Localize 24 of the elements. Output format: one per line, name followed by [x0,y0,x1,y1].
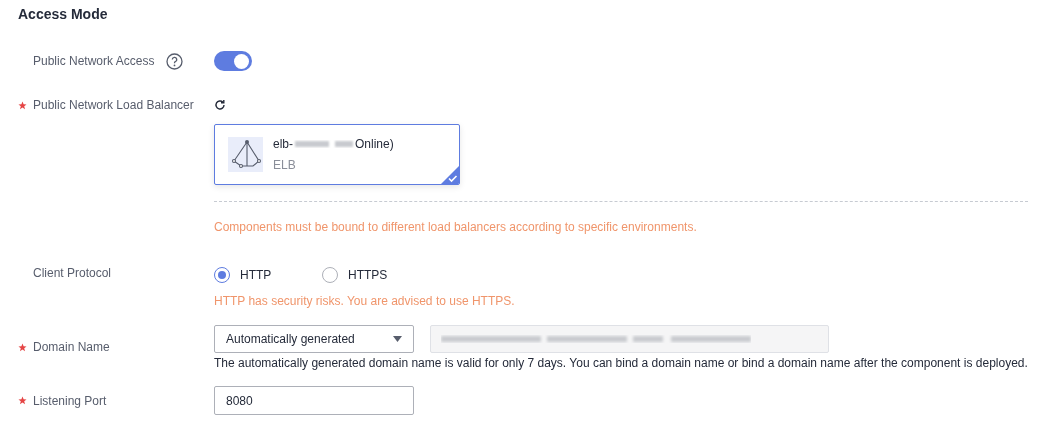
selected-check-icon [441,166,459,184]
description-text: The automatically generated domain name is valid for only 7 days. You can bind a domain name or bind a domain name after the component is deployed. [214,355,1028,372]
caret-icon [393,336,402,342]
radio-option[interactable]: HTTPS [322,266,410,284]
field-label: Public Network Access [33,53,155,70]
balancer-type: ELB [273,157,297,174]
field-label: Domain Name [33,339,110,356]
field-label: Client Protocol [33,265,112,282]
section-title: Access Mode [18,5,109,23]
field-label: Listening Port [33,392,107,410]
balancer-name-start: elb- [273,136,293,153]
warning-text: HTTP has security risks. You are advised to use HTTPS. [214,293,515,310]
help-icon[interactable] [166,52,184,70]
toggle-switch[interactable] [214,51,252,71]
balancer-name-end: Online) [355,136,394,153]
network-node-icon [228,137,263,172]
input-field[interactable]: 8080 [214,386,414,415]
redacted-text [293,139,355,149]
field-label: Public Network Load Balancer [33,97,194,114]
load-balancer-card[interactable]: elb- Online) ELB [214,124,460,185]
refresh-icon[interactable] [214,99,226,111]
hint-text: Components must be bound to different load balancers according to specific environments. [214,219,698,236]
dropdown[interactable]: Automatically generated [214,325,414,353]
radio-option[interactable]: HTTP [214,266,302,284]
